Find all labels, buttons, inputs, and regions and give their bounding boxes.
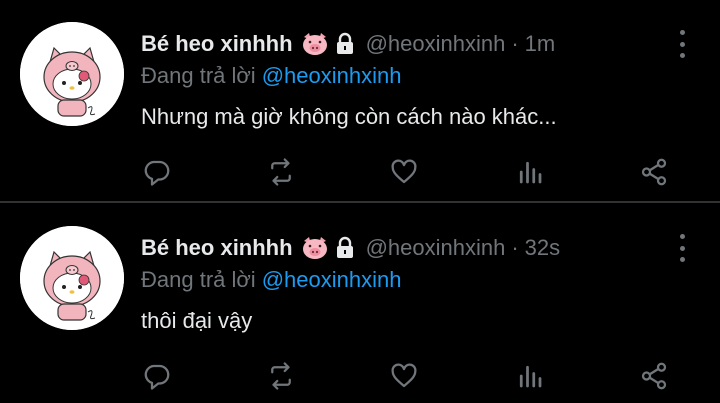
replying-to: Đang trả lời @heoxinhxinh — [141, 62, 401, 90]
replying-label: Đang trả lời — [141, 267, 256, 292]
mention-link[interactable]: @heoxinhxinh — [262, 63, 402, 88]
more-options-icon[interactable] — [676, 234, 688, 262]
pig-face-icon — [300, 235, 330, 261]
user-handle[interactable]: @heoxinhxinh — [366, 234, 506, 262]
views-button[interactable] — [510, 152, 550, 192]
tweet-divider — [0, 201, 720, 203]
avatar[interactable] — [20, 226, 124, 330]
retweet-button[interactable] — [261, 152, 301, 192]
separator-dot: · — [511, 235, 519, 260]
replying-to: Đang trả lời @heoxinhxinh — [141, 266, 401, 294]
share-button[interactable] — [634, 356, 674, 396]
views-icon — [519, 365, 542, 388]
lock-icon — [334, 32, 356, 56]
replying-label: Đang trả lời — [141, 63, 256, 88]
tweet[interactable]: Bé heo xinhhh @heoxinhxinh · 1m Đang trả… — [0, 0, 720, 200]
tweet-text: thôi đại vậy — [141, 308, 253, 333]
share-button[interactable] — [634, 152, 674, 192]
more-options-icon[interactable] — [676, 30, 688, 58]
tweet-header: Bé heo xinhhh @heoxinhxinh · 32s — [141, 234, 560, 262]
user-handle[interactable]: @heoxinhxinh — [366, 30, 506, 58]
pig-kitty-avatar-icon — [20, 226, 124, 330]
share-icon — [641, 158, 667, 186]
share-icon — [641, 362, 667, 390]
tweet-header: Bé heo xinhhh @heoxinhxinh · 1m — [141, 30, 555, 58]
views-icon — [519, 161, 542, 184]
reply-button[interactable] — [137, 356, 177, 396]
action-bar — [0, 356, 720, 396]
like-icon — [391, 363, 417, 388]
timestamp[interactable]: 32s — [525, 234, 560, 262]
pig-face-icon — [300, 31, 330, 57]
tweet-text: Nhưng mà giờ không còn cách nào khác... — [141, 104, 557, 129]
tweet[interactable]: Bé heo xinhhh @heoxinhxinh · 32s Đang tr… — [0, 204, 720, 403]
reply-icon — [144, 364, 170, 390]
display-name[interactable]: Bé heo xinhhh — [141, 234, 293, 262]
like-button[interactable] — [384, 356, 424, 396]
reply-button[interactable] — [137, 152, 177, 192]
like-icon — [391, 159, 417, 184]
views-button[interactable] — [510, 356, 550, 396]
retweet-icon — [271, 362, 291, 390]
avatar[interactable] — [20, 22, 124, 126]
reply-icon — [144, 160, 170, 186]
separator-dot: · — [511, 31, 519, 56]
action-bar — [0, 152, 720, 192]
like-button[interactable] — [384, 152, 424, 192]
retweet-icon — [271, 158, 291, 186]
retweet-button[interactable] — [261, 356, 301, 396]
lock-icon — [334, 236, 356, 260]
timestamp[interactable]: 1m — [525, 30, 556, 58]
pig-kitty-avatar-icon — [20, 22, 124, 126]
display-name[interactable]: Bé heo xinhhh — [141, 30, 293, 58]
mention-link[interactable]: @heoxinhxinh — [262, 267, 402, 292]
